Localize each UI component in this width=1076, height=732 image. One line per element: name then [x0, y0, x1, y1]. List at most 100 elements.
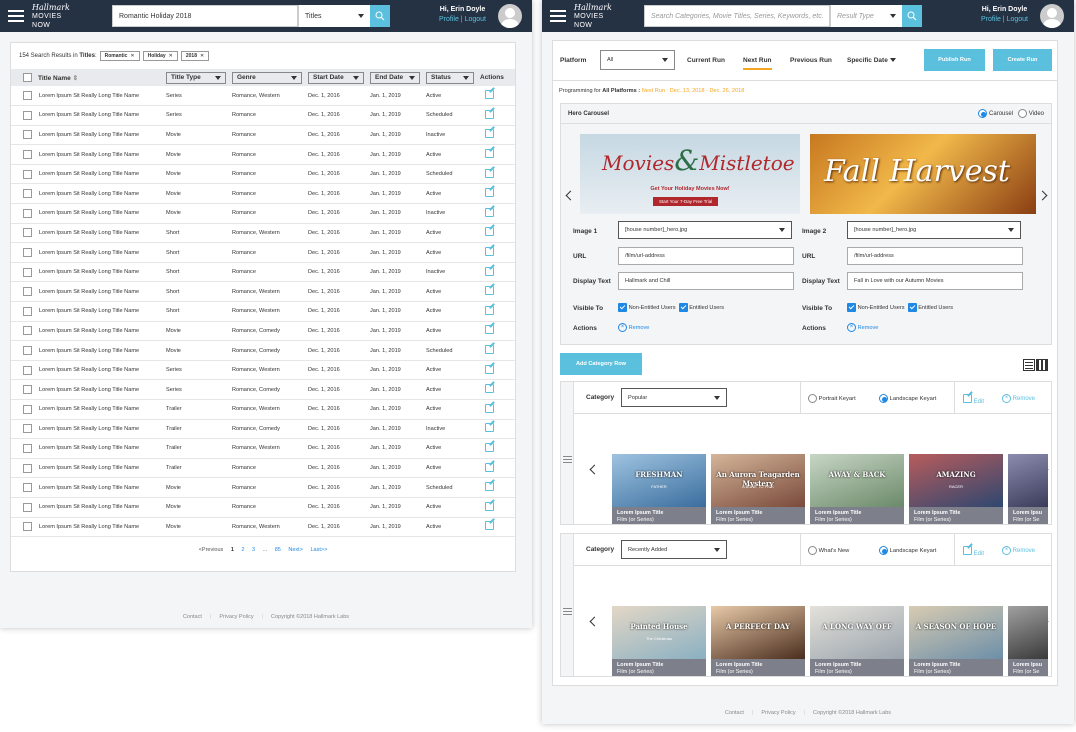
table-row[interactable]: Lorem Ipsum Sit Really Long Title Name Sh…: [11, 242, 515, 263]
grid-view-icon[interactable]: [1036, 359, 1048, 371]
tab-previous-run[interactable]: Previous Run: [790, 57, 832, 64]
create-run-button[interactable]: Create Run: [993, 49, 1052, 71]
row-checkbox[interactable]: [23, 502, 32, 512]
table-row[interactable]: Lorem Ipsum Sit Really Long Title Name Sh…: [11, 281, 515, 303]
edit-category-button[interactable]: Edit: [963, 394, 984, 405]
row-checkbox[interactable]: [23, 385, 32, 395]
display-text-field[interactable]: Hallmark and Chill: [618, 272, 794, 290]
remove-category-button[interactable]: × Remove: [1002, 394, 1035, 403]
page-link[interactable]: 85: [275, 547, 281, 553]
edit-icon[interactable]: [485, 501, 494, 511]
edit-icon[interactable]: [485, 521, 494, 531]
platform-select[interactable]: All: [600, 50, 675, 70]
logout-link[interactable]: Logout: [465, 16, 486, 23]
prev-page-link[interactable]: <Previous: [199, 547, 224, 553]
logout-link[interactable]: Logout: [1007, 16, 1028, 23]
row-checkbox[interactable]: [23, 365, 32, 375]
display-text-field[interactable]: Fall in Love with our Autumn Movies: [847, 272, 1023, 290]
table-row[interactable]: Lorem Ipsum Sit Really Long Title Name Se…: [11, 105, 515, 126]
remove-hero-button[interactable]: × Remove: [618, 323, 649, 332]
row-checkbox[interactable]: [23, 522, 32, 532]
table-row[interactable]: Lorem Ipsum Sit Really Long Title Name Mo…: [11, 203, 515, 224]
close-icon[interactable]: ✕: [200, 53, 204, 59]
table-row[interactable]: Lorem Ipsum Sit Really Long Title Name Tr…: [11, 419, 515, 440]
table-row[interactable]: Lorem Ipsum Sit Really Long Title Name Se…: [11, 379, 515, 400]
table-row[interactable]: Lorem Ipsum Sit Really Long Title Name Mo…: [11, 144, 515, 165]
table-row[interactable]: Lorem Ipsum Sit Really Long Title Name Mo…: [11, 477, 515, 498]
drag-handle-icon[interactable]: [563, 608, 572, 617]
publish-run-button[interactable]: Publish Run: [924, 49, 985, 71]
result-type-select[interactable]: Result Type: [830, 5, 902, 27]
page-link[interactable]: 2: [241, 547, 244, 553]
col-status-filter[interactable]: Status: [426, 71, 474, 84]
title-tile[interactable]: AMAZING RACER Lorem Ipsum Title Film (or …: [909, 454, 1003, 524]
logo[interactable]: Hallmark MOVIES NOW: [574, 3, 624, 30]
edit-icon[interactable]: [485, 247, 494, 257]
title-tile[interactable]: AWAY & BACK Lorem Ipsum Title Film (or Se…: [810, 454, 904, 524]
row-checkbox[interactable]: [23, 110, 32, 120]
edit-icon[interactable]: [485, 266, 494, 276]
row-checkbox[interactable]: [23, 424, 32, 434]
col-genre-filter[interactable]: Genre: [232, 71, 302, 84]
title-tile[interactable]: Painted House The Christmas Lorem Ipsum …: [612, 606, 706, 676]
hamburger-menu-icon[interactable]: [550, 10, 566, 22]
edit-icon[interactable]: [485, 364, 494, 374]
row-checkbox[interactable]: [23, 150, 32, 160]
table-row[interactable]: Lorem Ipsum Sit Really Long Title Name Se…: [11, 360, 515, 381]
title-tile[interactable]: An Aurora Teagarden Mystery A BONE TO PI…: [711, 454, 805, 524]
edit-icon[interactable]: [485, 442, 494, 452]
avatar[interactable]: [498, 4, 522, 28]
category-select[interactable]: Recently Added: [621, 540, 727, 559]
tab-current-run[interactable]: Current Run: [687, 57, 725, 64]
row-checkbox[interactable]: [23, 169, 32, 179]
edit-icon[interactable]: [485, 188, 494, 198]
title-tile[interactable]: A SEASON OF HOPE Lorem Ipsum Title Film (…: [909, 606, 1003, 676]
col-title-name[interactable]: Title Name ⇕: [35, 69, 163, 86]
search-type-select[interactable]: Titles: [298, 5, 370, 27]
edit-icon[interactable]: [485, 168, 494, 178]
edit-icon[interactable]: [485, 149, 494, 159]
profile-link[interactable]: Profile: [439, 16, 459, 23]
image-select[interactable]: [house number]_hero.jpg: [847, 221, 1021, 239]
edit-icon[interactable]: [485, 403, 494, 413]
edit-icon[interactable]: [485, 207, 494, 217]
edit-icon[interactable]: [485, 462, 494, 472]
close-icon[interactable]: ✕: [130, 53, 134, 59]
row-checkbox[interactable]: [23, 208, 32, 218]
filter-chip[interactable]: Holiday ✕: [142, 51, 178, 61]
edit-icon[interactable]: [485, 90, 494, 100]
col-title-type-filter[interactable]: Title Type: [166, 71, 226, 84]
category-select[interactable]: Popular: [621, 388, 727, 407]
col-end-date-filter[interactable]: End Date: [370, 71, 420, 84]
avatar[interactable]: [1040, 4, 1064, 28]
table-row[interactable]: Lorem Ipsum Sit Really Long Title Name Mo…: [11, 164, 515, 185]
url-field[interactable]: /film/url-address: [847, 247, 1023, 265]
last-page-link[interactable]: Last>>: [310, 547, 327, 553]
row-checkbox[interactable]: [23, 130, 32, 140]
remove-hero-button[interactable]: × Remove: [847, 323, 878, 332]
edit-icon[interactable]: [485, 109, 494, 119]
row-checkbox[interactable]: [23, 287, 32, 297]
table-row[interactable]: Lorem Ipsum Sit Really Long Title Name Sh…: [11, 223, 515, 244]
chevron-left-icon[interactable]: [589, 616, 600, 627]
profile-link[interactable]: Profile: [981, 16, 1001, 23]
drag-handle-icon[interactable]: [563, 456, 572, 465]
tab-specific-date[interactable]: Specific Date: [847, 57, 896, 64]
chevron-right-icon[interactable]: [1037, 190, 1048, 201]
title-tile[interactable]: A LONG WAY OFF Lorem Ipsum Title Film (or…: [810, 606, 904, 676]
table-row[interactable]: Lorem Ipsum Sit Really Long Title Name Mo…: [11, 497, 515, 518]
image-select[interactable]: [house number]_hero.jpg: [618, 221, 792, 239]
close-icon[interactable]: ✕: [169, 53, 173, 59]
chevron-left-icon[interactable]: [589, 464, 600, 475]
landscape-keyart-radio[interactable]: [879, 394, 888, 403]
title-tile[interactable]: FRESHMAN FATHER Lorem Ipsum Title Film (o…: [612, 454, 706, 524]
row-checkbox[interactable]: [23, 228, 32, 238]
col-start-date-filter[interactable]: Start Date: [308, 71, 364, 84]
logo[interactable]: Hallmark MOVIES NOW: [32, 3, 82, 30]
table-row[interactable]: Lorem Ipsum Sit Really Long Title Name Sh…: [11, 301, 515, 322]
row-checkbox[interactable]: [23, 306, 32, 316]
row-checkbox[interactable]: [23, 267, 32, 277]
title-tile[interactable]: Lorem IpsuFilm (or SeActive: [1008, 606, 1048, 676]
non-entitled-checkbox[interactable]: [847, 303, 856, 312]
search-button[interactable]: [370, 5, 390, 27]
